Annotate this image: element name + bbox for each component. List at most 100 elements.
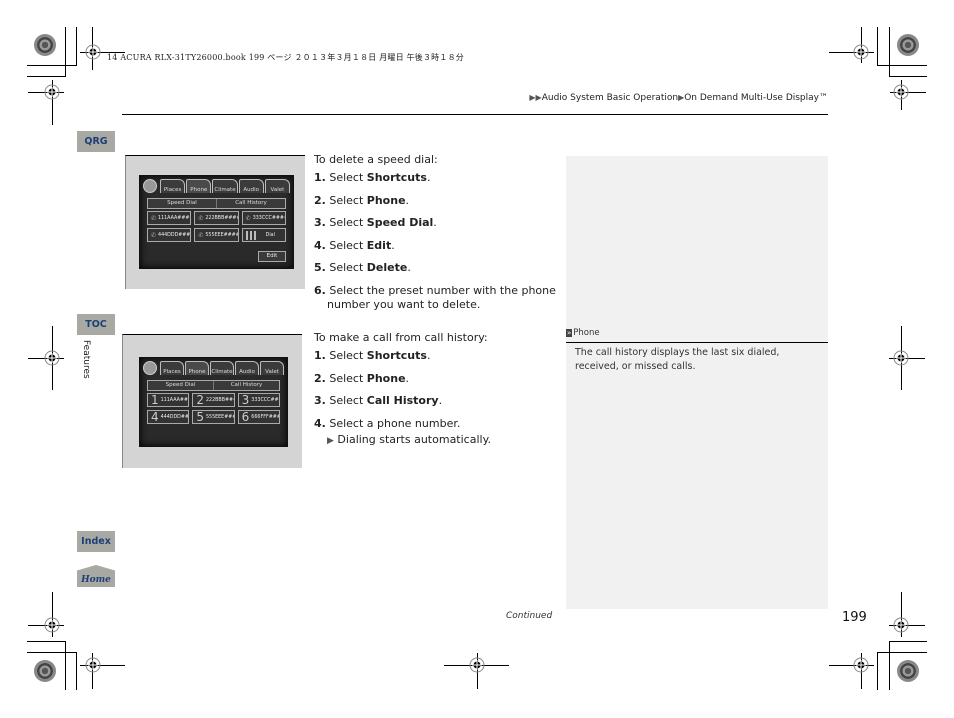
segment-speed-dial: Speed Dial <box>165 382 196 388</box>
crop-mark <box>65 641 66 690</box>
breadcrumb: ▶▶Audio System Basic Operation▶On Demand… <box>529 93 828 103</box>
registration-mark-icon <box>852 43 870 61</box>
qrg-tab[interactable]: QRG <box>77 131 115 152</box>
crop-mark <box>76 652 77 690</box>
call-history-entry: 6666FFF#### <box>237 410 280 424</box>
phone-icon: ✆ <box>198 214 204 222</box>
speed-dial-entry: ✆ 555EEE#### <box>194 228 239 242</box>
screen-tab-bar: Places Phone Climate Audio Valet <box>143 179 291 193</box>
edit-button: Edit <box>258 251 286 262</box>
color-target-icon <box>897 34 919 56</box>
color-target-icon <box>34 34 56 56</box>
crop-mark <box>27 652 77 653</box>
breadcrumb-page: On Demand Multi-Use Display™ <box>684 93 828 103</box>
registration-mark-icon <box>84 43 102 61</box>
color-target-icon <box>897 660 919 682</box>
print-header: 14 ACURA RLX-31TY26000.book 199 ページ ２０１３… <box>107 53 464 62</box>
call-history-grid: 1111AAA#### 2222BBB#### 3333CCC#### 4444… <box>147 393 280 424</box>
phone-icon: ✆ <box>151 231 157 239</box>
step-result: ▶ Dialing starts automatically. <box>327 433 492 446</box>
home-label: Home <box>81 575 111 585</box>
registration-mark-icon <box>468 656 486 674</box>
crop-mark <box>877 27 878 65</box>
crop-mark <box>877 652 927 653</box>
instruction-step: 2. Select Phone. <box>314 371 410 385</box>
screen-tab-phone: Phone <box>186 179 212 193</box>
screen-tab-audio: Audio <box>235 361 259 375</box>
crop-mark <box>877 652 878 690</box>
toc-tab[interactable]: TOC <box>77 314 115 335</box>
crop-mark <box>889 641 927 642</box>
call-history-entry: 3333CCC#### <box>237 393 280 407</box>
instruction-step: 1. Select Shortcuts. <box>314 171 431 184</box>
chapter-label: Features <box>81 340 91 379</box>
screen-tab-valet: Valet <box>264 179 291 193</box>
instruction-step: 6. Select the preset number with the pho… <box>314 283 556 311</box>
call-history-section: To make a call from call history: 1. Sel… <box>314 331 559 448</box>
screen-tab-bar: Places Phone Climate Audio Valet <box>143 361 284 375</box>
note-link[interactable]: Phone <box>573 328 599 338</box>
section-intro: To make a call from call history: <box>314 331 488 344</box>
segment-speed-dial: Speed Dial <box>167 200 197 206</box>
speed-dial-entry: ✆ 222BBB#### <box>194 211 239 225</box>
crop-mark <box>889 27 890 76</box>
crop-mark <box>889 76 927 77</box>
registration-mark-icon <box>43 616 61 634</box>
color-target-icon <box>34 660 56 682</box>
screen-tab-climate: Climate <box>210 361 234 375</box>
dial-button: Dial <box>241 228 286 242</box>
registration-mark-icon <box>852 656 870 674</box>
call-history-screenshot: Places Phone Climate Audio Valet Speed D… <box>122 334 302 468</box>
registration-mark-icon <box>892 616 910 634</box>
crop-mark <box>889 641 890 690</box>
speed-dial-entry: ✆ 333CCC#### <box>241 211 286 225</box>
section-intro: To delete a speed dial: <box>314 153 438 166</box>
screen-tab-climate: Climate <box>212 179 238 193</box>
display-screen: Places Phone Climate Audio Valet Speed D… <box>139 357 288 447</box>
crop-mark <box>65 27 66 76</box>
header-rule <box>122 114 828 115</box>
home-button-icon <box>143 361 157 375</box>
registration-mark-icon <box>892 83 910 101</box>
breadcrumb-section[interactable]: Audio System Basic Operation <box>542 93 678 103</box>
instruction-step: 2. Select Phone. <box>314 193 410 207</box>
crop-mark <box>76 27 77 65</box>
note-heading: » Phone <box>566 328 600 338</box>
display-screen: Places Phone Climate Audio Valet Speed D… <box>139 175 294 269</box>
double-arrow-right-icon: ▶▶ <box>529 93 542 102</box>
continued-label: Continued <box>506 611 553 621</box>
speed-dial-screenshot: Places Phone Climate Audio Valet Speed D… <box>125 155 305 289</box>
screen-segment: Speed Dial Call History <box>147 380 280 391</box>
crop-mark <box>27 65 77 66</box>
crop-mark <box>27 76 66 77</box>
note-body: The call history displays the last six d… <box>575 347 780 372</box>
speed-dial-entry: ✆ 111AAA#### <box>147 211 192 225</box>
home-button-icon <box>143 179 157 193</box>
screen-tab-valet: Valet <box>260 361 284 375</box>
screen-tab-phone: Phone <box>185 361 209 375</box>
phone-icon: ✆ <box>151 214 157 222</box>
note-rule <box>566 342 828 343</box>
phone-icon: ✆ <box>198 231 204 239</box>
crop-mark <box>877 65 927 66</box>
registration-mark-icon <box>43 349 61 367</box>
registration-mark-icon <box>84 656 102 674</box>
screen-tab-places: Places <box>160 361 184 375</box>
instruction-step: 3. Select Call History. <box>314 394 443 407</box>
double-chevron-icon: » <box>566 329 573 337</box>
index-tab[interactable]: Index <box>77 531 115 552</box>
instruction-step: 4. Select Edit. <box>314 238 395 252</box>
phone-icon: ✆ <box>245 214 251 222</box>
call-history-entry: 1111AAA#### <box>147 393 190 407</box>
crop-mark <box>27 641 66 642</box>
page-number: 199 <box>842 610 867 625</box>
call-history-entry: 5555EEE#### <box>192 410 235 424</box>
keypad-icon <box>245 230 256 240</box>
screen-tab-audio: Audio <box>238 179 264 193</box>
registration-mark-icon <box>43 83 61 101</box>
screen-segment: Speed Dial Call History <box>147 198 286 209</box>
instruction-step: 5. Select Delete. <box>314 261 411 274</box>
instruction-step: 4. Select a phone number. <box>314 416 461 430</box>
home-tab[interactable]: Home <box>77 565 115 587</box>
segment-call-history: Call History <box>216 199 285 208</box>
